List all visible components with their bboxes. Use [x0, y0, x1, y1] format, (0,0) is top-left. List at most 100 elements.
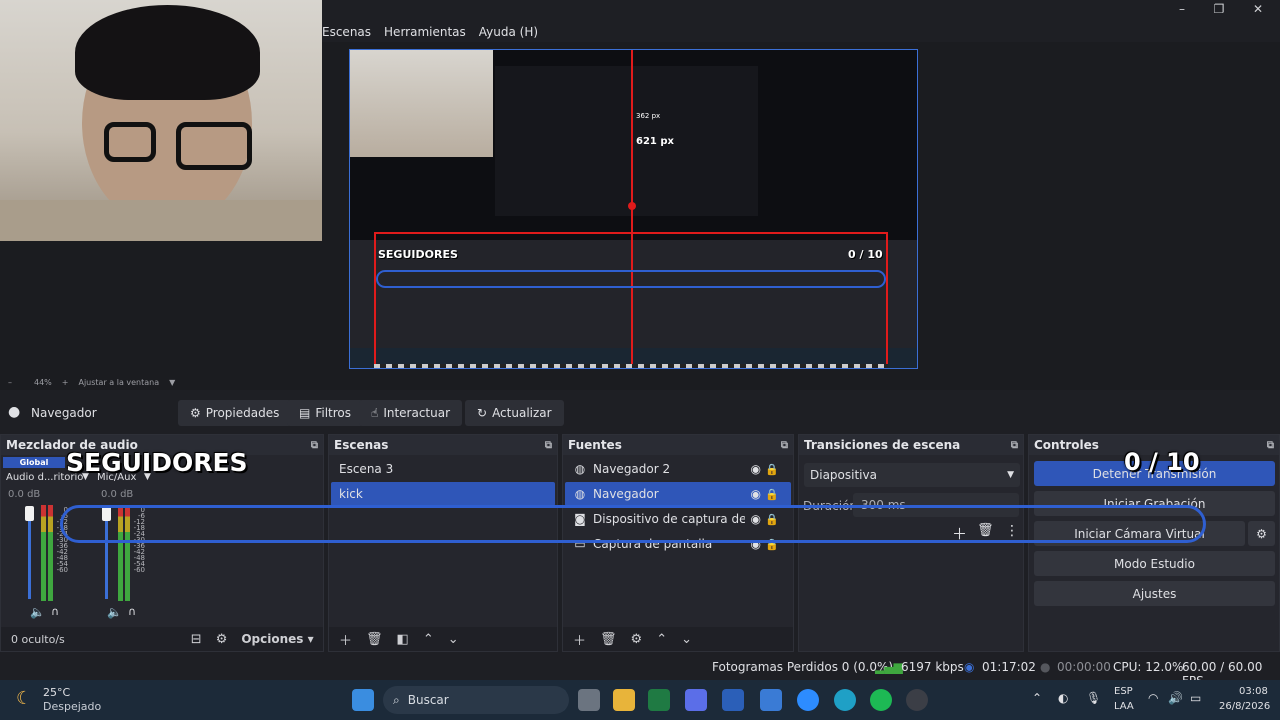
- tray-app-icon[interactable]: ◐: [1058, 691, 1068, 705]
- weather-temp[interactable]: 25°C: [43, 686, 70, 699]
- interact-button[interactable]: ☝ Interactuar: [359, 400, 463, 426]
- zoom-in-button[interactable]: +: [62, 378, 69, 387]
- word-icon[interactable]: [722, 689, 744, 711]
- signal-icon: ▂▄▆: [875, 660, 903, 674]
- speaker-icon[interactable]: 🔈: [30, 605, 45, 619]
- scenes-footer: ＋ 🗑 ◧ ⌃ ⌄: [329, 627, 557, 651]
- record-time: 00:00:00: [1057, 660, 1111, 674]
- undock-icon[interactable]: ⧉: [1011, 440, 1018, 451]
- undock-icon[interactable]: ⧉: [311, 440, 318, 451]
- scenes-dock: Escenas ⧉ Escena 3 kick ＋ 🗑 ◧ ⌃ ⌄: [328, 434, 558, 652]
- lang-bottom[interactable]: LAA: [1114, 701, 1134, 712]
- advanced-audio-icon[interactable]: ⚙: [216, 632, 228, 647]
- properties-button[interactable]: ⚙ Propiedades: [178, 400, 292, 426]
- zoom-icon[interactable]: [797, 689, 819, 711]
- nested-webcam: [350, 50, 493, 157]
- nested-pill-overlay: [376, 270, 886, 288]
- microphone-icon[interactable]: 🎙: [1086, 691, 1101, 705]
- trash-icon[interactable]: 🗑: [600, 632, 617, 647]
- source-item[interactable]: ◍ Navegador 2 ◉ 🔒: [565, 457, 791, 481]
- eye-icon[interactable]: ◉: [751, 462, 761, 476]
- headphones-icon[interactable]: ∩: [51, 605, 59, 618]
- options-button[interactable]: Opciones ▾: [241, 632, 313, 646]
- chevron-down-icon[interactable]: ▼: [169, 378, 175, 387]
- lock-icon[interactable]: 🔒: [765, 463, 779, 476]
- clock-date[interactable]: 26/8/2026: [1219, 701, 1270, 712]
- lock-icon[interactable]: 🔒: [765, 488, 779, 501]
- taskbar-search[interactable]: ⌕ Buscar: [383, 686, 569, 714]
- layout-icon[interactable]: ⊟: [191, 632, 202, 647]
- source-label: Navegador 2: [593, 462, 671, 476]
- chevron-down-icon: ▼: [1007, 470, 1014, 480]
- weather-desc[interactable]: Despejado: [43, 700, 101, 713]
- sources-header: Fuentes ⧉: [563, 435, 793, 455]
- search-icon: ⌕: [393, 692, 400, 707]
- add-icon[interactable]: ＋: [573, 630, 586, 649]
- maximize-icon[interactable]: ❐: [1204, 2, 1234, 16]
- eye-icon[interactable]: ◉: [751, 487, 761, 501]
- scene-item[interactable]: Escena 3: [331, 457, 555, 481]
- add-icon[interactable]: ＋: [339, 630, 352, 649]
- speaker-icon[interactable]: 🔈: [107, 605, 122, 619]
- source-toolbar: ● Navegador ⚙ Propiedades ▤ Filtros ☝ Inter…: [0, 396, 1280, 430]
- nested-counter-overlay: 0 / 10: [848, 248, 883, 261]
- program-preview[interactable]: 621 px 362 px SEGUIDORES 0 / 10: [349, 49, 918, 369]
- transitions-header: Transiciones de escena ⧉: [799, 435, 1023, 455]
- windows-start-icon[interactable]: [352, 689, 374, 711]
- volume-knob-desktop[interactable]: [25, 506, 34, 521]
- settings-label: Ajustes: [1132, 586, 1177, 601]
- measure-guide-left: [374, 232, 376, 368]
- fit-window-option[interactable]: Ajustar a la ventana: [78, 378, 159, 387]
- obs-icon[interactable]: [906, 689, 928, 711]
- settings-button[interactable]: Ajustes: [1034, 581, 1275, 606]
- clock-time[interactable]: 03:08: [1239, 686, 1268, 697]
- scene-label: kick: [339, 487, 363, 501]
- wifi-icon[interactable]: ◠: [1148, 691, 1158, 705]
- battery-icon[interactable]: ▭: [1190, 691, 1201, 705]
- undock-icon[interactable]: ⧉: [1267, 440, 1274, 451]
- source-item-selected[interactable]: ◍ Navegador ◉ 🔒: [565, 482, 791, 506]
- studio-mode-label: Modo Estudio: [1114, 556, 1195, 571]
- headphones-icon[interactable]: ∩: [128, 605, 136, 618]
- options-label: Opciones: [241, 632, 304, 646]
- trash-icon[interactable]: 🗑: [366, 632, 383, 647]
- move-up-icon[interactable]: ⌃: [656, 632, 667, 647]
- excel-icon[interactable]: [648, 689, 670, 711]
- filters-button[interactable]: ▤ Filtros: [287, 400, 364, 426]
- task-view-icon[interactable]: [578, 689, 600, 711]
- measure-label: 621 px: [636, 136, 674, 147]
- outlook-icon[interactable]: [760, 689, 782, 711]
- level-meter-desktop: [41, 505, 46, 601]
- undock-icon[interactable]: ⧉: [781, 440, 788, 451]
- edge-icon[interactable]: [834, 689, 856, 711]
- zoom-out-button[interactable]: –: [8, 378, 12, 387]
- studio-mode-button[interactable]: Modo Estudio: [1034, 551, 1275, 576]
- selected-source-name: Navegador: [31, 406, 97, 420]
- move-down-icon[interactable]: ⌄: [448, 632, 459, 647]
- transition-select[interactable]: Diapositiva ▼: [804, 463, 1020, 487]
- webcam-hair: [75, 5, 260, 100]
- minimize-icon[interactable]: –: [1167, 2, 1197, 16]
- close-icon[interactable]: ✕: [1243, 2, 1273, 16]
- store-icon[interactable]: [685, 689, 707, 711]
- virtual-camera-settings-button[interactable]: ⚙: [1248, 521, 1275, 546]
- volume-icon[interactable]: 🔊: [1168, 691, 1183, 705]
- menu-item-tools[interactable]: Herramientas: [384, 25, 466, 39]
- gear-icon[interactable]: ⚙: [631, 632, 643, 647]
- search-label: Buscar: [407, 693, 449, 707]
- menu-item-scenes[interactable]: Escenas: [322, 25, 371, 39]
- undock-icon[interactable]: ⧉: [545, 440, 552, 451]
- lang-top[interactable]: ESP: [1114, 686, 1133, 697]
- followers-counter-overlay: 0 / 10: [1124, 448, 1200, 476]
- menu-item-help[interactable]: Ayuda (H): [479, 25, 538, 39]
- spotify-icon[interactable]: [870, 689, 892, 711]
- scene-item-selected[interactable]: kick: [331, 482, 555, 506]
- volume-slider-desktop[interactable]: [28, 515, 31, 599]
- measure-handle[interactable]: [628, 202, 636, 210]
- file-explorer-icon[interactable]: [613, 689, 635, 711]
- move-down-icon[interactable]: ⌄: [681, 632, 692, 647]
- chevron-up-icon[interactable]: ⌃: [1032, 691, 1042, 705]
- scene-filters-icon[interactable]: ◧: [397, 632, 409, 647]
- refresh-button[interactable]: ↻ Actualizar: [465, 400, 564, 426]
- move-up-icon[interactable]: ⌃: [423, 632, 434, 647]
